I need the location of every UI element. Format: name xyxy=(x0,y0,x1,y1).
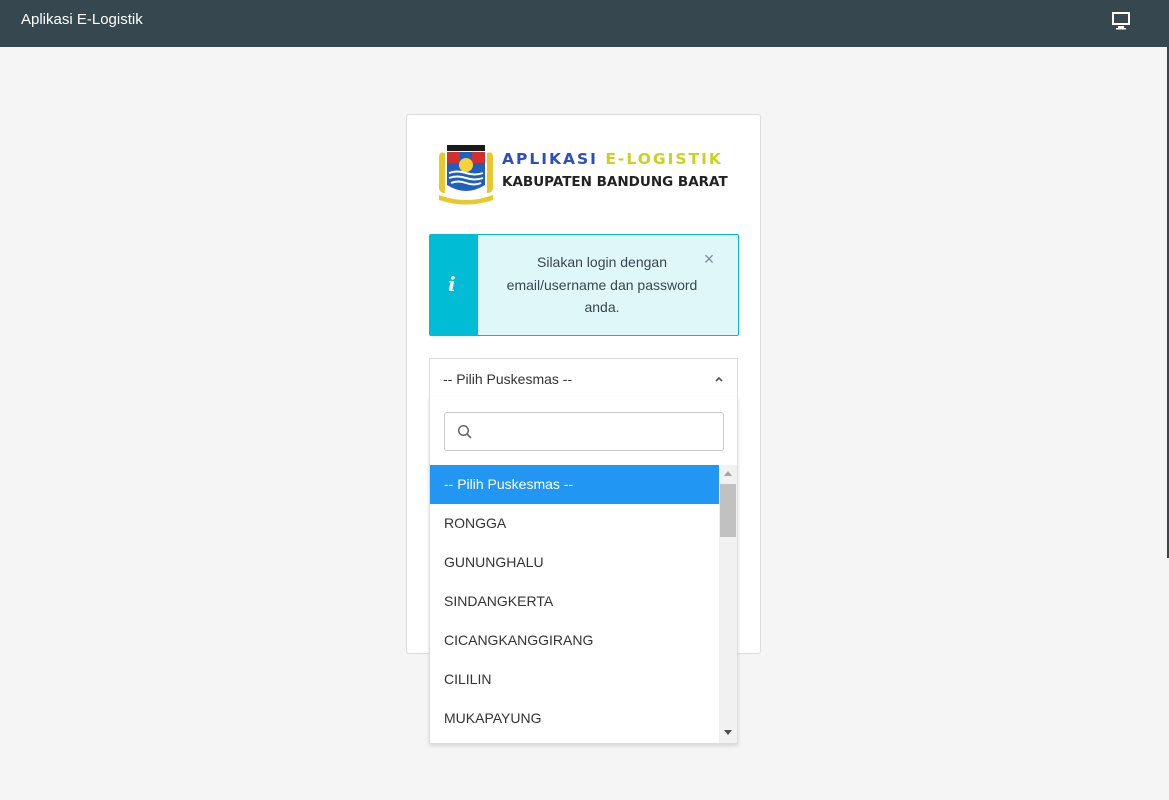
scroll-up-arrow-icon[interactable] xyxy=(724,471,732,476)
dropdown-scrollbar[interactable] xyxy=(719,465,737,743)
search-icon xyxy=(457,424,472,439)
logo-title: APLIKASI E-LOGISTIK xyxy=(502,150,723,168)
scroll-thumb[interactable] xyxy=(720,484,736,537)
puskesmas-select[interactable]: -- Pilih Puskesmas -- xyxy=(429,358,738,398)
chevron-up-icon xyxy=(715,376,723,382)
dropdown-option[interactable]: MUKAPAYUNG xyxy=(430,699,719,738)
select-dropdown: -- Pilih Puskesmas -- RONGGA GUNUNGHALU SIN… xyxy=(429,397,738,744)
close-icon[interactable]: × xyxy=(702,250,716,268)
dropdown-option[interactable]: GUNUNGHALU xyxy=(430,543,719,582)
select-value: -- Pilih Puskesmas -- xyxy=(443,371,573,387)
scroll-down-arrow-icon[interactable] xyxy=(724,730,732,735)
alert-message: Silakan login dengan email/username dan … xyxy=(506,254,698,315)
kabupaten-seal-icon xyxy=(439,145,493,205)
option-list: -- Pilih Puskesmas -- RONGGA GUNUNGHALU SIN… xyxy=(430,465,719,744)
info-icon: i xyxy=(430,235,478,335)
monitor-icon[interactable] xyxy=(1111,12,1131,30)
search-input[interactable] xyxy=(481,419,716,444)
dropdown-search xyxy=(444,412,724,451)
app-title[interactable]: Aplikasi E-Logistik xyxy=(21,11,143,29)
dropdown-option[interactable]: RONGGA xyxy=(430,504,719,543)
dropdown-option-selected[interactable]: -- Pilih Puskesmas -- xyxy=(430,465,719,504)
logo-subtitle: KABUPATEN BANDUNG BARAT xyxy=(502,174,728,190)
info-alert: i Silakan login dengan email/username da… xyxy=(429,234,739,336)
navbar: Aplikasi E-Logistik xyxy=(0,0,1169,47)
dropdown-option[interactable]: SINDANGKERTA xyxy=(430,582,719,621)
dropdown-option[interactable]: CILILIN xyxy=(430,660,719,699)
app-logo: APLIKASI E-LOGISTIK KABUPATEN BANDUNG BA… xyxy=(435,143,735,207)
dropdown-option[interactable]: CICANGKANGGIRANG xyxy=(430,621,719,660)
